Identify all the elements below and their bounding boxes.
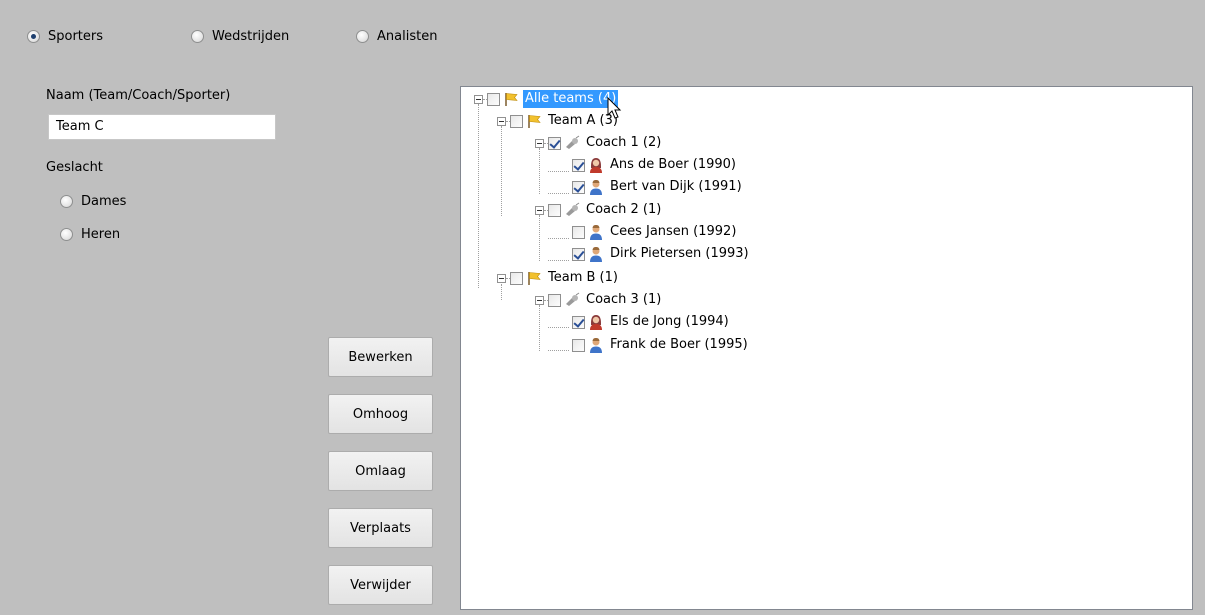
tree-connector — [548, 327, 569, 328]
female-user-icon — [590, 158, 602, 173]
tree-node-ans-de-boer[interactable]: Ans de Boer (1990) — [572, 155, 738, 175]
tree-connector — [548, 260, 569, 261]
radio-dames-label: Dames — [81, 193, 127, 209]
tree-connector — [539, 215, 540, 261]
mouse-cursor-icon — [607, 97, 622, 119]
radio-sporters[interactable]: Sporters — [27, 27, 103, 45]
tree-node-label: Dirk Pietersen (1993) — [610, 246, 749, 261]
tree-node-label: Alle teams (4) — [523, 90, 619, 108]
tree-node-label: Coach 1 (2) — [586, 135, 662, 150]
tree-node-dirk-pietersen[interactable]: Dirk Pietersen (1993) — [572, 244, 751, 264]
name-label: Naam (Team/Coach/Sporter) — [46, 88, 231, 103]
down-button[interactable]: Omlaag — [328, 451, 433, 491]
node-checkbox[interactable] — [548, 136, 561, 150]
radio-heren-label: Heren — [81, 226, 121, 242]
tree-node-label: Cees Jansen (1992) — [610, 224, 737, 239]
tree-node-team-a[interactable]: Team A (3) — [497, 111, 620, 131]
node-checkbox[interactable] — [572, 338, 585, 352]
flag-icon — [505, 93, 518, 106]
delete-button[interactable]: Verwijder — [328, 565, 433, 605]
tree-node-team-b[interactable]: Team B (1) — [497, 268, 620, 288]
tree-connector — [548, 238, 569, 239]
collapse-toggle[interactable] — [497, 273, 506, 283]
collapse-toggle[interactable] — [535, 295, 544, 305]
node-checkbox[interactable] — [572, 180, 585, 194]
female-user-icon — [590, 315, 602, 330]
flag-icon — [528, 115, 541, 128]
tree-node-label: Ans de Boer (1990) — [610, 157, 736, 172]
male-user-icon — [590, 224, 602, 240]
node-checkbox[interactable] — [510, 114, 523, 128]
tree-node-frank-de-boer[interactable]: Frank de Boer (1995) — [572, 335, 750, 355]
whistle-icon — [566, 202, 580, 216]
tree-node-label: Coach 2 (1) — [586, 202, 662, 217]
radio-wedstrijden-label: Wedstrijden — [212, 28, 290, 44]
whistle-icon — [566, 135, 580, 149]
tree-connector — [478, 104, 479, 288]
tree-connector — [548, 171, 569, 172]
tree-node-label: Bert van Dijk (1991) — [610, 179, 742, 194]
tree-node-alle-teams[interactable]: Alle teams (4) — [474, 89, 619, 109]
tree-connector — [548, 350, 569, 351]
collapse-toggle[interactable] — [497, 116, 506, 126]
gender-label: Geslacht — [46, 160, 103, 175]
radio-wedstrijden[interactable]: Wedstrijden — [191, 27, 289, 45]
male-user-icon — [590, 337, 602, 353]
radio-wedstrijden-circle[interactable] — [191, 29, 204, 43]
tree-node-label: Team B (1) — [548, 270, 618, 285]
radio-analisten-label: Analisten — [377, 28, 438, 44]
tree-node-coach-3[interactable]: Coach 3 (1) — [535, 290, 663, 310]
collapse-toggle[interactable] — [474, 94, 483, 104]
tree-node-els-de-jong[interactable]: Els de Jong (1994) — [572, 312, 731, 332]
radio-heren-circle[interactable] — [60, 227, 73, 241]
node-checkbox[interactable] — [572, 225, 585, 239]
male-user-icon — [590, 246, 602, 262]
whistle-icon — [566, 292, 580, 306]
tree-node-label: Coach 3 (1) — [586, 292, 662, 307]
radio-heren[interactable]: Heren — [60, 225, 120, 243]
node-checkbox[interactable] — [487, 92, 500, 106]
tree-node-bert-van-dijk[interactable]: Bert van Dijk (1991) — [572, 177, 744, 197]
radio-dames-circle[interactable] — [60, 194, 73, 208]
flag-icon — [528, 272, 541, 285]
node-checkbox[interactable] — [572, 247, 585, 261]
radio-sporters-label: Sporters — [48, 28, 104, 44]
tree-node-label: Frank de Boer (1995) — [610, 337, 748, 352]
tree-connector — [501, 126, 502, 216]
collapse-toggle[interactable] — [535, 138, 544, 148]
team-tree[interactable]: Alle teams (4) Team A (3) Coach 1 (2) An… — [460, 86, 1193, 610]
move-button[interactable]: Verplaats — [328, 508, 433, 548]
tree-node-coach-2[interactable]: Coach 2 (1) — [535, 200, 663, 220]
radio-analisten-circle[interactable] — [356, 29, 369, 43]
node-checkbox[interactable] — [548, 293, 561, 307]
node-checkbox[interactable] — [510, 271, 523, 285]
tree-connector — [539, 148, 540, 194]
tree-node-cees-jansen[interactable]: Cees Jansen (1992) — [572, 222, 738, 242]
radio-dames[interactable]: Dames — [60, 192, 126, 210]
radio-sporters-circle[interactable] — [27, 29, 40, 43]
radio-analisten[interactable]: Analisten — [356, 27, 437, 45]
collapse-toggle[interactable] — [535, 205, 544, 215]
tree-node-label: Els de Jong (1994) — [610, 314, 729, 329]
tree-connector — [548, 193, 569, 194]
node-checkbox[interactable] — [548, 203, 561, 217]
node-checkbox[interactable] — [572, 315, 585, 329]
node-checkbox[interactable] — [572, 158, 585, 172]
tree-node-coach-1[interactable]: Coach 1 (2) — [535, 133, 663, 153]
male-user-icon — [590, 179, 602, 195]
tree-connector — [539, 305, 540, 351]
up-button[interactable]: Omhoog — [328, 394, 433, 434]
edit-button[interactable]: Bewerken — [328, 337, 433, 377]
name-input[interactable]: Team C — [48, 114, 276, 140]
